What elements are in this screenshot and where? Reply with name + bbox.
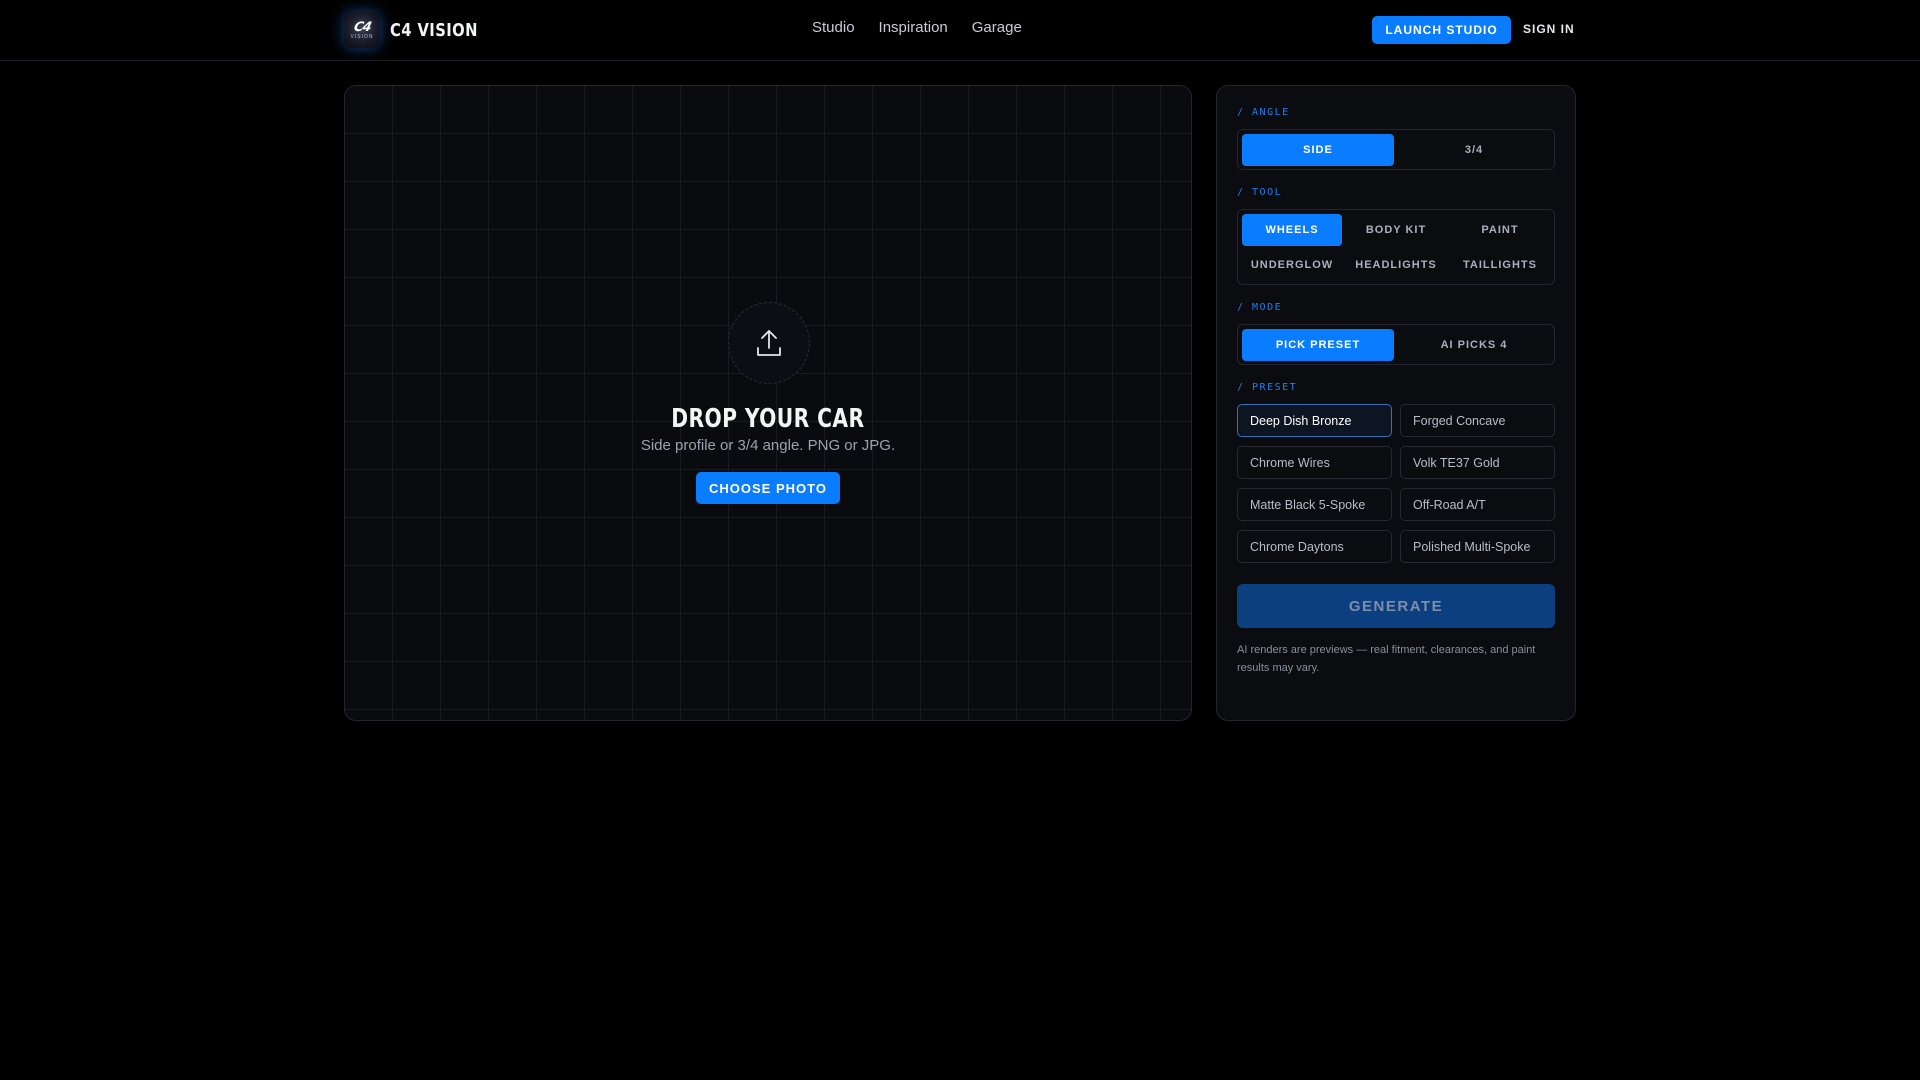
preset-volk-te37-gold[interactable]: Volk TE37 Gold <box>1400 446 1555 479</box>
top-navbar: C4 VISION C4 VISION Studio Inspiration G… <box>0 0 1920 61</box>
brand-logo-text: C4 <box>352 19 372 35</box>
angle-label: / ANGLE <box>1237 107 1290 118</box>
drop-subtitle: Side profile or 3/4 angle. PNG or JPG. <box>640 437 896 454</box>
preset-chrome-wires[interactable]: Chrome Wires <box>1237 446 1392 479</box>
preset-chrome-daytons[interactable]: Chrome Daytons <box>1237 530 1392 563</box>
photo-dropzone[interactable]: DROP YOUR CAR Side profile or 3/4 angle.… <box>344 85 1192 721</box>
tool-option-wheels[interactable]: WHEELS <box>1242 214 1342 246</box>
preset-matte-black-5-spoke[interactable]: Matte Black 5-Spoke <box>1237 488 1392 521</box>
mode-option-ai-picks[interactable]: AI PICKS 4 <box>1398 329 1550 361</box>
nav-link-garage[interactable]: Garage <box>972 19 1022 36</box>
angle-selector: SIDE 3/4 <box>1237 129 1555 170</box>
tool-option-taillights[interactable]: TAILLIGHTS <box>1450 249 1550 281</box>
preset-label: / PRESET <box>1237 382 1298 393</box>
tool-option-headlights[interactable]: HEADLIGHTS <box>1346 249 1446 281</box>
tool-label: / TOOL <box>1237 187 1283 198</box>
mode-label: / MODE <box>1237 302 1283 313</box>
preset-off-road-at[interactable]: Off-Road A/T <box>1400 488 1555 521</box>
angle-option-three-quarter[interactable]: 3/4 <box>1398 134 1550 166</box>
choose-photo-button[interactable]: CHOOSE PHOTO <box>696 472 840 504</box>
main-nav: Studio Inspiration Garage <box>812 19 1022 36</box>
preset-polished-multi-spoke[interactable]: Polished Multi-Spoke <box>1400 530 1555 563</box>
brand[interactable]: C4 VISION C4 VISION <box>344 12 497 48</box>
tool-option-underglow[interactable]: UNDERGLOW <box>1242 249 1342 281</box>
brand-name: C4 VISION <box>390 19 478 41</box>
generate-button[interactable]: GENERATE <box>1237 584 1555 628</box>
controls-panel: / ANGLE SIDE 3/4 / TOOL WHEELS BODY KIT … <box>1216 85 1576 721</box>
tool-selector: WHEELS BODY KIT PAINT UNDERGLOW HEADLIGH… <box>1237 209 1555 285</box>
launch-studio-button[interactable]: LAUNCH STUDIO <box>1372 16 1511 44</box>
preset-deep-dish-bronze[interactable]: Deep Dish Bronze <box>1237 404 1392 437</box>
mode-selector: PICK PRESET AI PICKS 4 <box>1237 324 1555 365</box>
nav-link-studio[interactable]: Studio <box>812 19 855 36</box>
drop-title-text: DROP YOUR CAR <box>671 404 865 434</box>
mode-option-pick-preset[interactable]: PICK PRESET <box>1242 329 1394 361</box>
drop-title: DROP YOUR CAR <box>345 404 1191 434</box>
nav-link-inspiration[interactable]: Inspiration <box>879 19 948 36</box>
tool-option-paint[interactable]: PAINT <box>1450 214 1550 246</box>
angle-option-side[interactable]: SIDE <box>1242 134 1394 166</box>
tool-option-body-kit[interactable]: BODY KIT <box>1346 214 1446 246</box>
brand-logo: C4 VISION <box>344 12 380 48</box>
disclaimer-text: AI renders are previews — real fitment, … <box>1237 644 1536 674</box>
preset-forged-concave[interactable]: Forged Concave <box>1400 404 1555 437</box>
sign-in-link[interactable]: SIGN IN <box>1523 22 1575 36</box>
upload-icon[interactable] <box>728 302 810 384</box>
